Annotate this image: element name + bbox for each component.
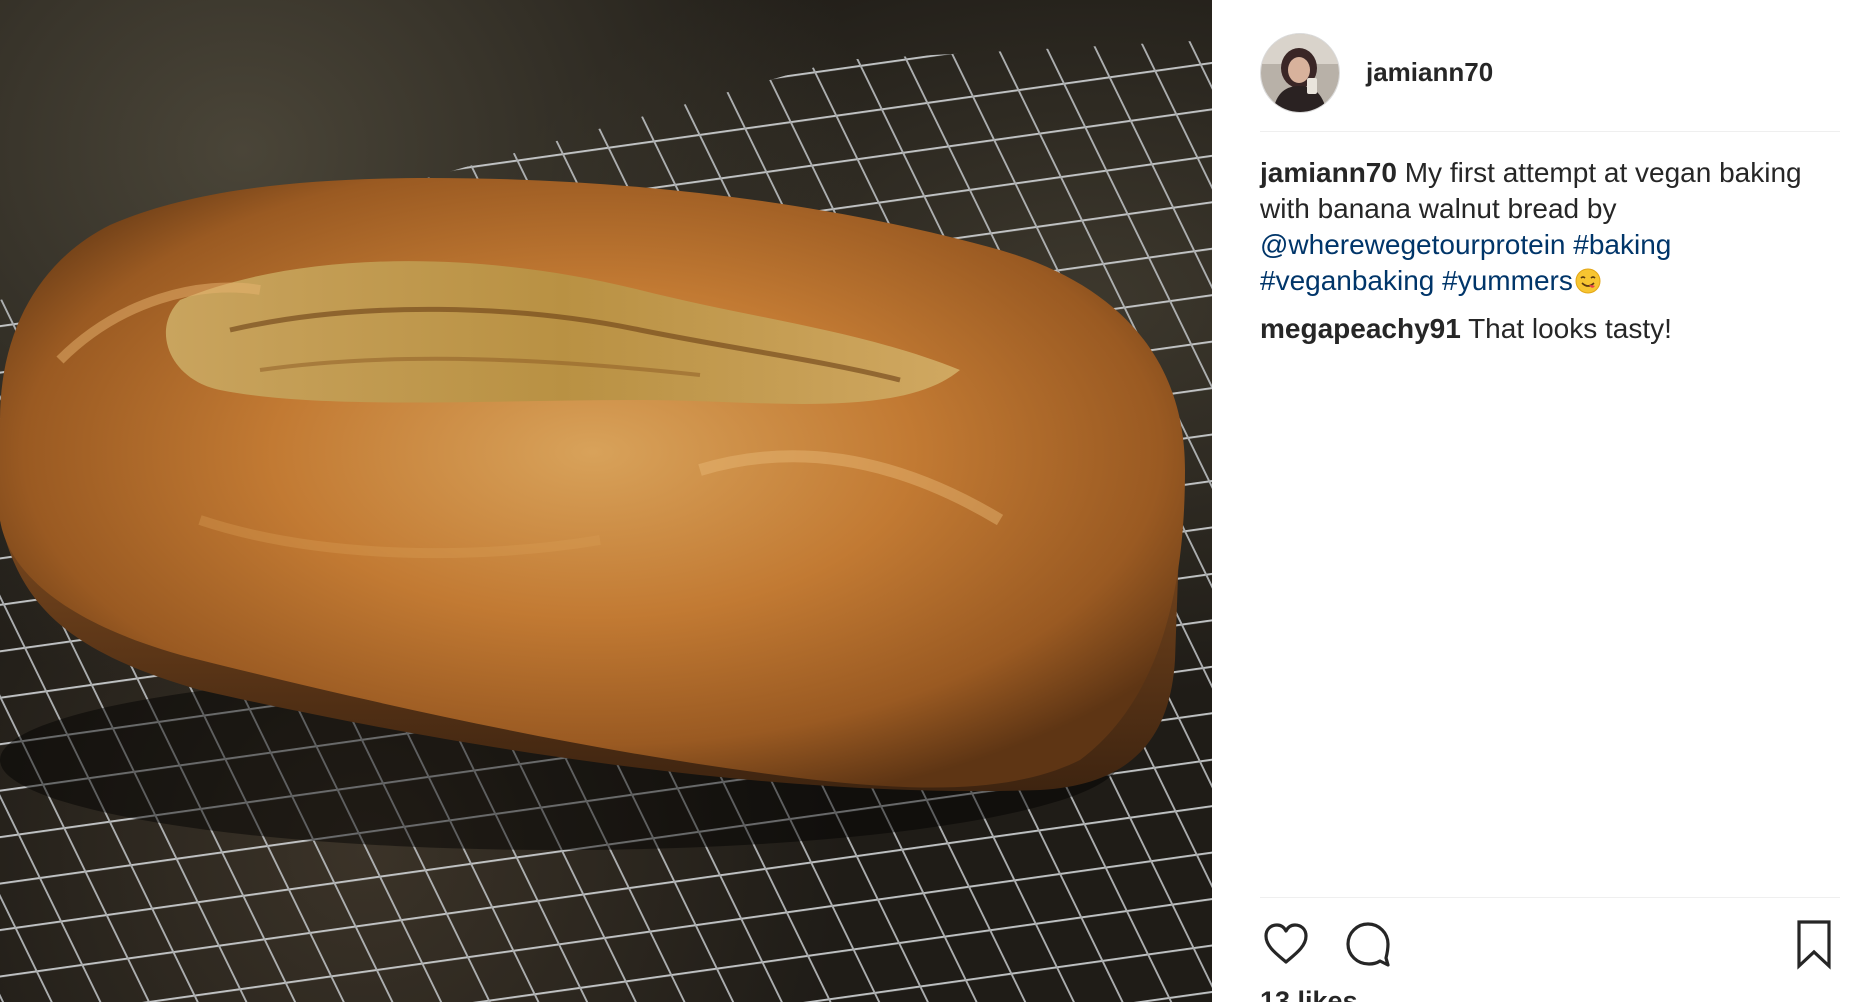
comment-text: That looks tasty! xyxy=(1460,313,1672,344)
comment-username[interactable]: megapeachy91 xyxy=(1260,313,1461,344)
instagram-post: jamiann70 jamiann70 My first attempt at … xyxy=(0,0,1868,1002)
header-username[interactable]: jamiann70 xyxy=(1366,57,1493,88)
post-sidebar: jamiann70 jamiann70 My first attempt at … xyxy=(1212,0,1868,1002)
heart-outline-icon xyxy=(1264,923,1308,964)
likes-count[interactable]: 13 likes xyxy=(1260,986,1358,1002)
post-photo xyxy=(0,0,1212,1002)
comment-button[interactable] xyxy=(1342,918,1394,970)
caption-mention[interactable]: @wherewegetourprotein xyxy=(1260,229,1565,260)
caption: jamiann70 My first attempt at vegan baki… xyxy=(1260,155,1840,299)
post-header: jamiann70 xyxy=(1260,14,1840,132)
save-button[interactable] xyxy=(1788,918,1840,970)
hashtag-yummers[interactable]: #yummers xyxy=(1442,265,1573,296)
hashtag-baking[interactable]: #baking xyxy=(1573,229,1671,260)
avatar[interactable] xyxy=(1260,32,1340,113)
like-button[interactable] xyxy=(1260,918,1312,970)
savoring-food-emoji-icon xyxy=(1575,268,1601,294)
speech-bubble-icon xyxy=(1346,922,1390,967)
post-actions: 13 likes xyxy=(1260,897,1840,1002)
comment: megapeachy91 That looks tasty! xyxy=(1260,311,1840,347)
caption-username[interactable]: jamiann70 xyxy=(1260,157,1397,188)
comments-section: jamiann70 My first attempt at vegan baki… xyxy=(1260,155,1840,347)
banana-bread-photo xyxy=(0,40,1212,1002)
bookmark-outline-icon xyxy=(1797,920,1831,970)
hashtag-veganbaking[interactable]: #veganbaking xyxy=(1260,265,1434,296)
